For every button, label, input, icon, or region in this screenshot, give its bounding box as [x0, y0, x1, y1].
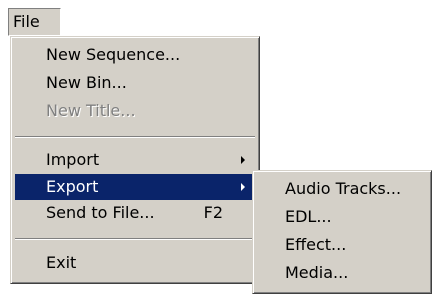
menu-item-label: Send to File...	[46, 203, 155, 222]
menu-item-label: Effect...	[285, 235, 347, 254]
menu-item-audio-tracks[interactable]: Audio Tracks...	[256, 176, 428, 202]
file-menu: New Sequence... New Bin... New Title... …	[10, 36, 260, 284]
menu-item-label: Export	[46, 177, 99, 196]
menu-item-label: Audio Tracks...	[285, 179, 402, 198]
menu-item-exit[interactable]: Exit	[15, 250, 255, 276]
menu-separator	[15, 136, 255, 138]
menu-item-edl[interactable]: EDL...	[256, 204, 428, 230]
shortcut-label: F2	[203, 203, 223, 222]
menu-item-new-title: New Title...	[15, 98, 255, 124]
file-menu-button[interactable]: File	[8, 8, 61, 36]
menu-item-send-to-file[interactable]: Send to File... F2	[15, 200, 255, 226]
menu-item-label: Import	[46, 150, 100, 169]
menu-item-label: New Title...	[46, 101, 136, 120]
menu-item-label: New Sequence...	[46, 45, 181, 64]
menu-item-media[interactable]: Media...	[256, 260, 428, 286]
menu-item-new-bin[interactable]: New Bin...	[15, 70, 255, 96]
export-submenu: Audio Tracks... EDL... Effect... Media..…	[252, 170, 432, 294]
file-menu-label: File	[13, 12, 40, 31]
menu-item-label: EDL...	[285, 207, 332, 226]
menu-item-import[interactable]: Import	[15, 147, 255, 173]
submenu-arrow-icon	[241, 156, 245, 164]
menu-item-label: Media...	[285, 263, 349, 282]
menu-item-effect[interactable]: Effect...	[256, 232, 428, 258]
menu-separator	[15, 238, 255, 240]
submenu-arrow-icon	[241, 183, 245, 191]
menu-item-label: New Bin...	[46, 73, 127, 92]
menu-item-new-sequence[interactable]: New Sequence...	[15, 42, 255, 68]
menu-item-label: Exit	[46, 253, 77, 272]
menu-item-export[interactable]: Export	[15, 174, 255, 200]
